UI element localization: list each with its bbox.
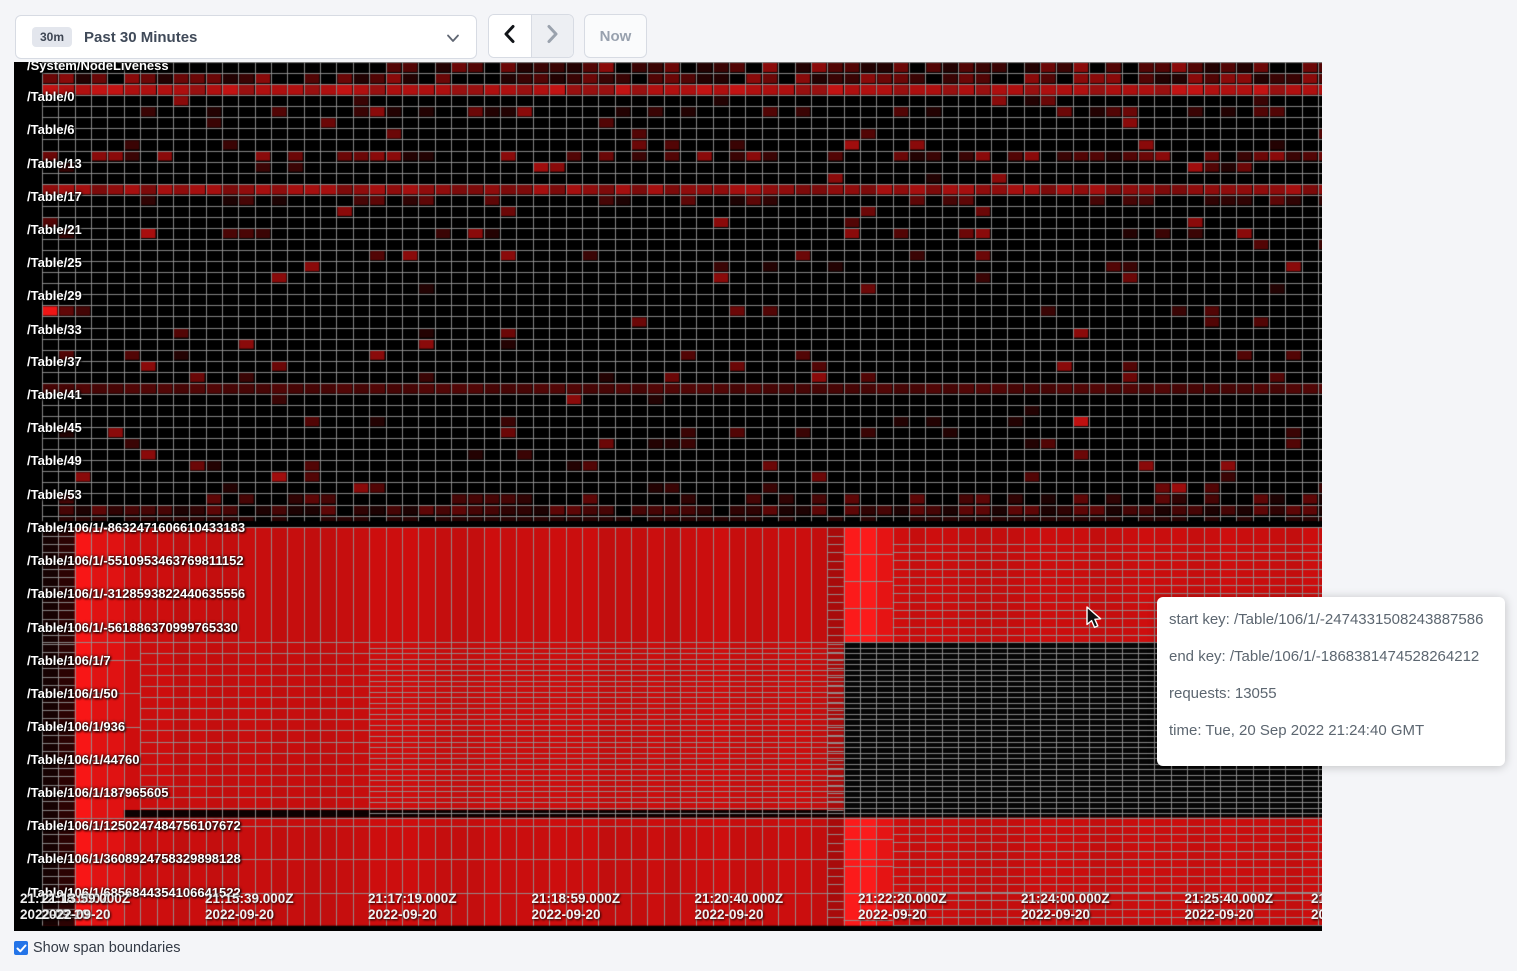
chevron-down-icon: [446, 31, 460, 50]
span-tooltip: start key: /Table/106/1/-247433150824388…: [1157, 597, 1505, 766]
heatmap-canvas[interactable]: [14, 62, 1322, 931]
now-button-label: Now: [600, 28, 632, 45]
now-button[interactable]: Now: [584, 14, 647, 58]
back-button[interactable]: [489, 15, 532, 57]
chevron-left-icon: [502, 24, 518, 49]
tooltip-start-key: start key: /Table/106/1/-247433150824388…: [1169, 610, 1493, 630]
time-range-selector[interactable]: 30m Past 30 Minutes: [15, 15, 477, 59]
span-boundaries-row: Show span boundaries: [14, 940, 181, 956]
time-range-badge: 30m: [32, 27, 72, 47]
forward-button[interactable]: [532, 15, 574, 57]
show-span-boundaries-checkbox[interactable]: [14, 941, 28, 955]
tooltip-end-key: end key: /Table/106/1/-18683814745282642…: [1169, 647, 1493, 667]
time-range-label: Past 30 Minutes: [84, 29, 197, 46]
tooltip-requests: requests: 13055: [1169, 684, 1493, 704]
key-visualizer-heatmap[interactable]: /System/NodeLiveness/Table/0/Table/6/Tab…: [14, 62, 1322, 931]
chevron-right-icon: [544, 24, 560, 49]
checkbox-label: Show span boundaries: [33, 940, 181, 956]
time-nav-group: [488, 14, 574, 58]
tooltip-time: time: Tue, 20 Sep 2022 21:24:40 GMT: [1169, 721, 1493, 741]
